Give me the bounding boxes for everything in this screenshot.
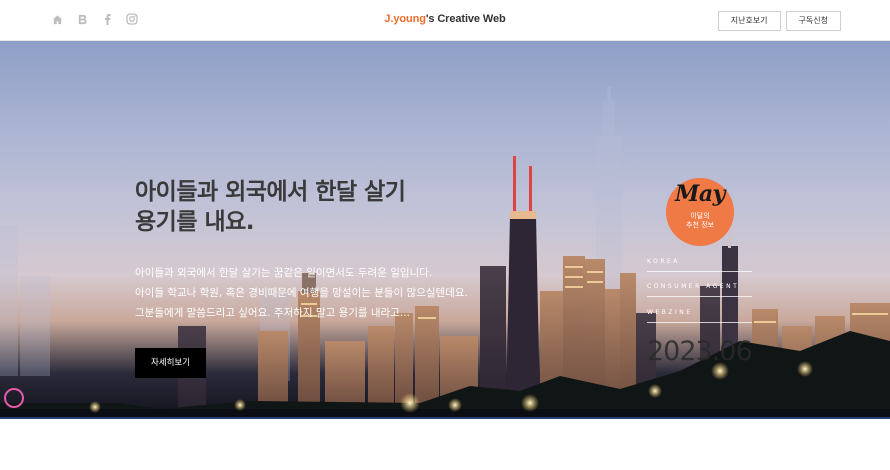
subscribe-button[interactable]: 구독신청 bbox=[785, 11, 841, 31]
badge-subtitle-line-1: 이달의 bbox=[690, 212, 710, 220]
city-skyline-image bbox=[0, 86, 890, 419]
header-buttons: 지난호보기 구독신청 bbox=[717, 11, 841, 31]
archive-button[interactable]: 지난호보기 bbox=[717, 11, 781, 31]
hero-divider bbox=[0, 417, 890, 419]
tag-consumer-agent: CONSUMER AGENT bbox=[647, 283, 752, 297]
hero-headline: 아이들과 외국에서 한달 살기 용기를 내요. bbox=[135, 177, 406, 237]
logo-text: 's Creative Web bbox=[425, 13, 506, 25]
badge-month: May bbox=[675, 181, 725, 207]
badge-subtitle: 이달의 추천 정보 bbox=[666, 212, 734, 230]
logo-accent: J.young bbox=[384, 13, 426, 25]
details-button[interactable]: 자세히보기 bbox=[135, 348, 206, 378]
site-header: J.young's Creative Web 지난호보기 구독신청 bbox=[0, 0, 890, 41]
headline-line-1: 아이들과 외국에서 한달 살기 bbox=[135, 179, 406, 205]
hero-banner: 아이들과 외국에서 한달 살기 용기를 내요. 아이들과 외국에서 한달 살기는… bbox=[0, 41, 890, 419]
hero-description: 아이들과 외국에서 한달 살기는 꿈같은 일이면서도 두려운 일입니다. 아이들… bbox=[135, 263, 468, 323]
tag-webzine: WEBZINE bbox=[647, 309, 752, 323]
description-line-2: 아이들 학교나 학원, 혹은 경비때문에 여행을 망설이는 분들이 많으실텐데요… bbox=[135, 287, 468, 299]
issue-date: 2023.06 bbox=[647, 336, 753, 367]
description-line-3: 그분들에게 말씀드리고 싶어요. 주저하지 말고 용기를 내라고... bbox=[135, 307, 410, 319]
badge-subtitle-line-2: 추천 정보 bbox=[686, 221, 714, 229]
tag-korea: KOREA bbox=[647, 258, 752, 272]
headline-line-2: 용기를 내요. bbox=[135, 209, 255, 235]
description-line-1: 아이들과 외국에서 한달 살기는 꿈같은 일이면서도 두려운 일입니다. bbox=[135, 267, 433, 279]
month-badge: May 이달의 추천 정보 bbox=[666, 178, 734, 246]
